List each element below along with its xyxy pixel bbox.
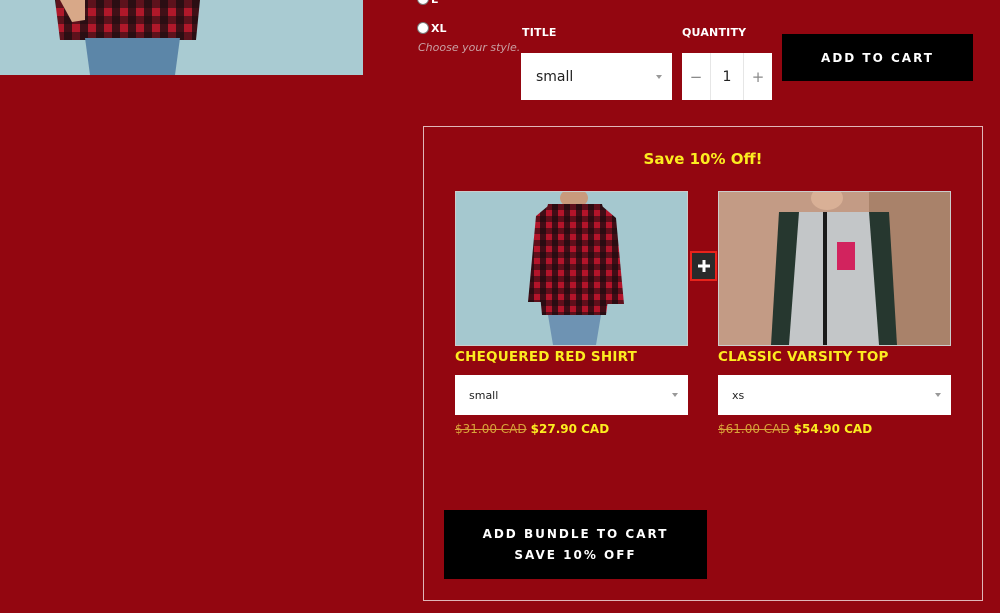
quantity-decrease-button[interactable]: − bbox=[682, 53, 710, 100]
original-price: $31.00 CAD bbox=[455, 422, 527, 436]
add-bundle-label: ADD BUNDLE TO CART bbox=[482, 526, 669, 541]
discounted-price: $54.90 CAD bbox=[793, 422, 873, 436]
quantity-label: QUANTITY bbox=[682, 26, 747, 39]
bundle-product-image-varsity[interactable] bbox=[718, 191, 951, 346]
add-bundle-to-cart-button[interactable]: ADD BUNDLE TO CART SAVE 10% OFF bbox=[444, 510, 707, 579]
main-product-image bbox=[0, 0, 363, 75]
chevron-down-icon bbox=[935, 393, 941, 397]
chevron-down-icon bbox=[656, 74, 662, 79]
bundle-product-name-shirt[interactable]: CHEQUERED RED SHIRT bbox=[455, 349, 637, 365]
size-radio-xl[interactable]: XL bbox=[417, 20, 477, 36]
bundle-title: Save 10% Off! bbox=[643, 150, 763, 168]
bundle-variant-select-varsity[interactable]: xs bbox=[718, 375, 951, 415]
radio-circle[interactable] bbox=[417, 0, 429, 5]
plus-icon bbox=[690, 251, 717, 281]
bundle-price-shirt: $31.00 CAD $27.90 CAD bbox=[455, 422, 609, 436]
bundle-price-varsity: $61.00 CAD $54.90 CAD bbox=[718, 422, 872, 436]
chevron-down-icon bbox=[672, 393, 678, 397]
radio-circle[interactable] bbox=[417, 22, 429, 34]
discounted-price: $27.90 CAD bbox=[530, 422, 610, 436]
quantity-increase-button[interactable]: + bbox=[744, 53, 772, 100]
bundle-variant-select-shirt[interactable]: small bbox=[455, 375, 688, 415]
size-help-text: Choose your style. bbox=[418, 41, 521, 54]
add-bundle-sublabel: SAVE 10% OFF bbox=[514, 547, 637, 562]
variant-value: small bbox=[469, 388, 499, 402]
original-price: $61.00 CAD bbox=[718, 422, 790, 436]
bundle-product-image-shirt[interactable] bbox=[455, 191, 688, 346]
add-to-cart-button[interactable]: ADD TO CART bbox=[782, 34, 973, 81]
quantity-stepper[interactable]: − 1 + bbox=[682, 53, 772, 100]
title-select-value: small bbox=[536, 68, 574, 85]
bundle-product-name-varsity[interactable]: CLASSIC VARSITY TOP bbox=[718, 349, 889, 365]
title-select[interactable]: small bbox=[521, 53, 672, 100]
title-label: TITLE bbox=[522, 26, 557, 39]
quantity-input[interactable]: 1 bbox=[710, 53, 744, 100]
size-radio-l[interactable]: L bbox=[417, 0, 477, 7]
variant-value: xs bbox=[732, 388, 745, 402]
